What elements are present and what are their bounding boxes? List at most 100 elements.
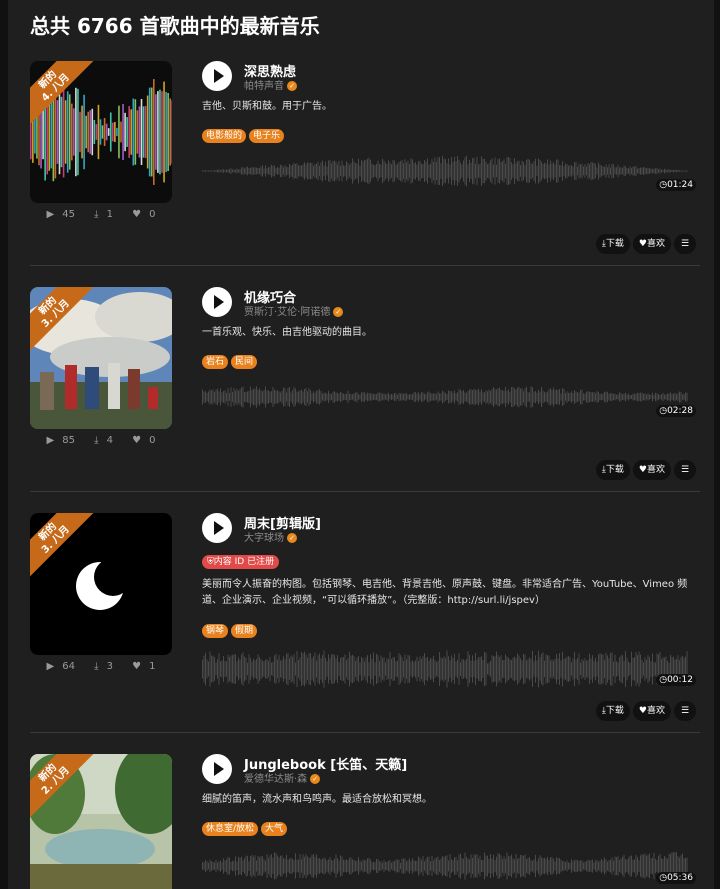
wave-bar: [619, 392, 620, 402]
ribbon-text: 新的 4. 八月: [30, 61, 94, 125]
wave-bar: [331, 394, 332, 400]
wave-bar: [229, 656, 230, 682]
menu-button[interactable]: ☰: [674, 460, 696, 480]
waveform[interactable]: [202, 375, 688, 419]
waveform[interactable]: [202, 149, 688, 193]
play-button[interactable]: [202, 61, 232, 91]
wave-bar: [397, 660, 398, 678]
wave-bar: [296, 163, 298, 179]
wave-bar: [359, 165, 361, 177]
wave-bar: [554, 658, 556, 680]
track-thumbnail[interactable]: 新的 4. 八月: [30, 61, 172, 203]
tag[interactable]: 假期: [231, 624, 258, 638]
wave-bar: [484, 651, 485, 687]
wave-bar: [392, 394, 394, 400]
wave-bar: [292, 656, 293, 682]
play-button[interactable]: [202, 513, 232, 543]
waveform[interactable]: [202, 846, 688, 886]
wave-bar: [220, 661, 221, 677]
wave-bar: [305, 164, 307, 178]
wave-bar: [337, 858, 338, 874]
wave-bar: [431, 158, 433, 184]
tag[interactable]: 大气: [261, 822, 288, 836]
wave-bar: [604, 659, 605, 679]
wave-bar: [260, 166, 262, 176]
wave-bar: [646, 394, 647, 400]
tag[interactable]: 休息室/放松: [202, 822, 259, 836]
play-button[interactable]: [202, 754, 232, 784]
wave-bar: [370, 654, 371, 684]
wave-bar: [652, 392, 653, 402]
wave-bar: [413, 392, 415, 402]
waveform[interactable]: [202, 647, 688, 691]
divider: [30, 265, 700, 266]
wave-bar: [551, 659, 553, 679]
download-button[interactable]: ⤓下载: [595, 460, 630, 480]
wave-bar: [587, 163, 589, 179]
wave-bar: [478, 388, 479, 406]
wave-bar: [665, 394, 667, 400]
wave-bar: [452, 860, 454, 872]
track-thumbnail[interactable]: 新的 2. 八月: [30, 754, 172, 889]
play-button[interactable]: [202, 287, 232, 317]
wave-bar: [344, 394, 346, 400]
wave-bar: [413, 163, 415, 179]
like-button[interactable]: ♥喜欢: [632, 701, 671, 721]
wave-bar: [385, 162, 386, 180]
page-title: 总共 6766 首歌曲中的最新音乐: [30, 14, 320, 38]
download-button[interactable]: ⤓下载: [595, 234, 630, 254]
menu-button[interactable]: ☰: [674, 234, 696, 254]
wave-bar: [488, 163, 490, 179]
wave-bar: [506, 656, 508, 682]
wave-bar: [614, 856, 616, 876]
tag[interactable]: 钢琴: [202, 624, 229, 638]
wave-bar: [380, 861, 382, 871]
track-artist[interactable]: 帕特声音 ✓: [244, 77, 297, 92]
wave-bar: [509, 659, 511, 679]
wave-bar: [401, 858, 403, 874]
tag[interactable]: 电影般的: [202, 129, 247, 143]
track-artist[interactable]: 贾斯汀·艾伦·阿诺德 ✓: [244, 303, 344, 318]
track-thumbnail[interactable]: 新的 3. 八月: [30, 513, 172, 655]
wave-bar: [518, 857, 520, 875]
wave-bar: [577, 860, 578, 872]
wave-bar: [482, 659, 484, 679]
wave-bar: [646, 659, 647, 679]
tag[interactable]: 岩石: [202, 355, 229, 369]
track-artist[interactable]: 大字球场 ✓: [244, 529, 297, 544]
tag[interactable]: 民间: [231, 355, 258, 369]
wave-bar: [556, 159, 557, 183]
wave-bar: [383, 160, 385, 182]
wave-bar: [424, 393, 425, 401]
wave-bar: [620, 393, 622, 401]
wave-bar: [509, 391, 511, 403]
wave-bar: [230, 168, 232, 174]
wave-bar: [503, 856, 505, 876]
wave-bar: [640, 167, 641, 175]
wave-bar: [499, 657, 500, 681]
wave-bar: [428, 856, 430, 876]
wave-bar: [319, 389, 320, 405]
wave-bar: [368, 157, 370, 185]
track-artist[interactable]: 爱德华达斯·森 ✓: [244, 770, 321, 785]
wave-bar: [217, 388, 218, 406]
like-button[interactable]: ♥喜欢: [632, 234, 671, 254]
wave-bar: [485, 855, 487, 877]
wave-bar: [397, 859, 398, 873]
wave-bar: [554, 164, 556, 178]
wave-bar: [542, 164, 544, 178]
wave-bar: [482, 392, 484, 402]
menu-button[interactable]: ☰: [674, 701, 696, 721]
play-icon: ▶: [46, 661, 55, 672]
download-button[interactable]: ⤓下载: [595, 701, 630, 721]
wave-bar: [328, 654, 329, 684]
wave-bar: [452, 392, 454, 402]
track-thumbnail[interactable]: 新的 3. 八月: [30, 287, 172, 429]
wave-bar: [530, 658, 532, 680]
wave-bar: [635, 854, 637, 878]
tag[interactable]: 电子乐: [249, 129, 285, 143]
wave-bar: [392, 657, 394, 681]
like-button[interactable]: ♥喜欢: [632, 460, 671, 480]
wave-bar: [376, 394, 377, 400]
wave-bar: [610, 859, 611, 873]
